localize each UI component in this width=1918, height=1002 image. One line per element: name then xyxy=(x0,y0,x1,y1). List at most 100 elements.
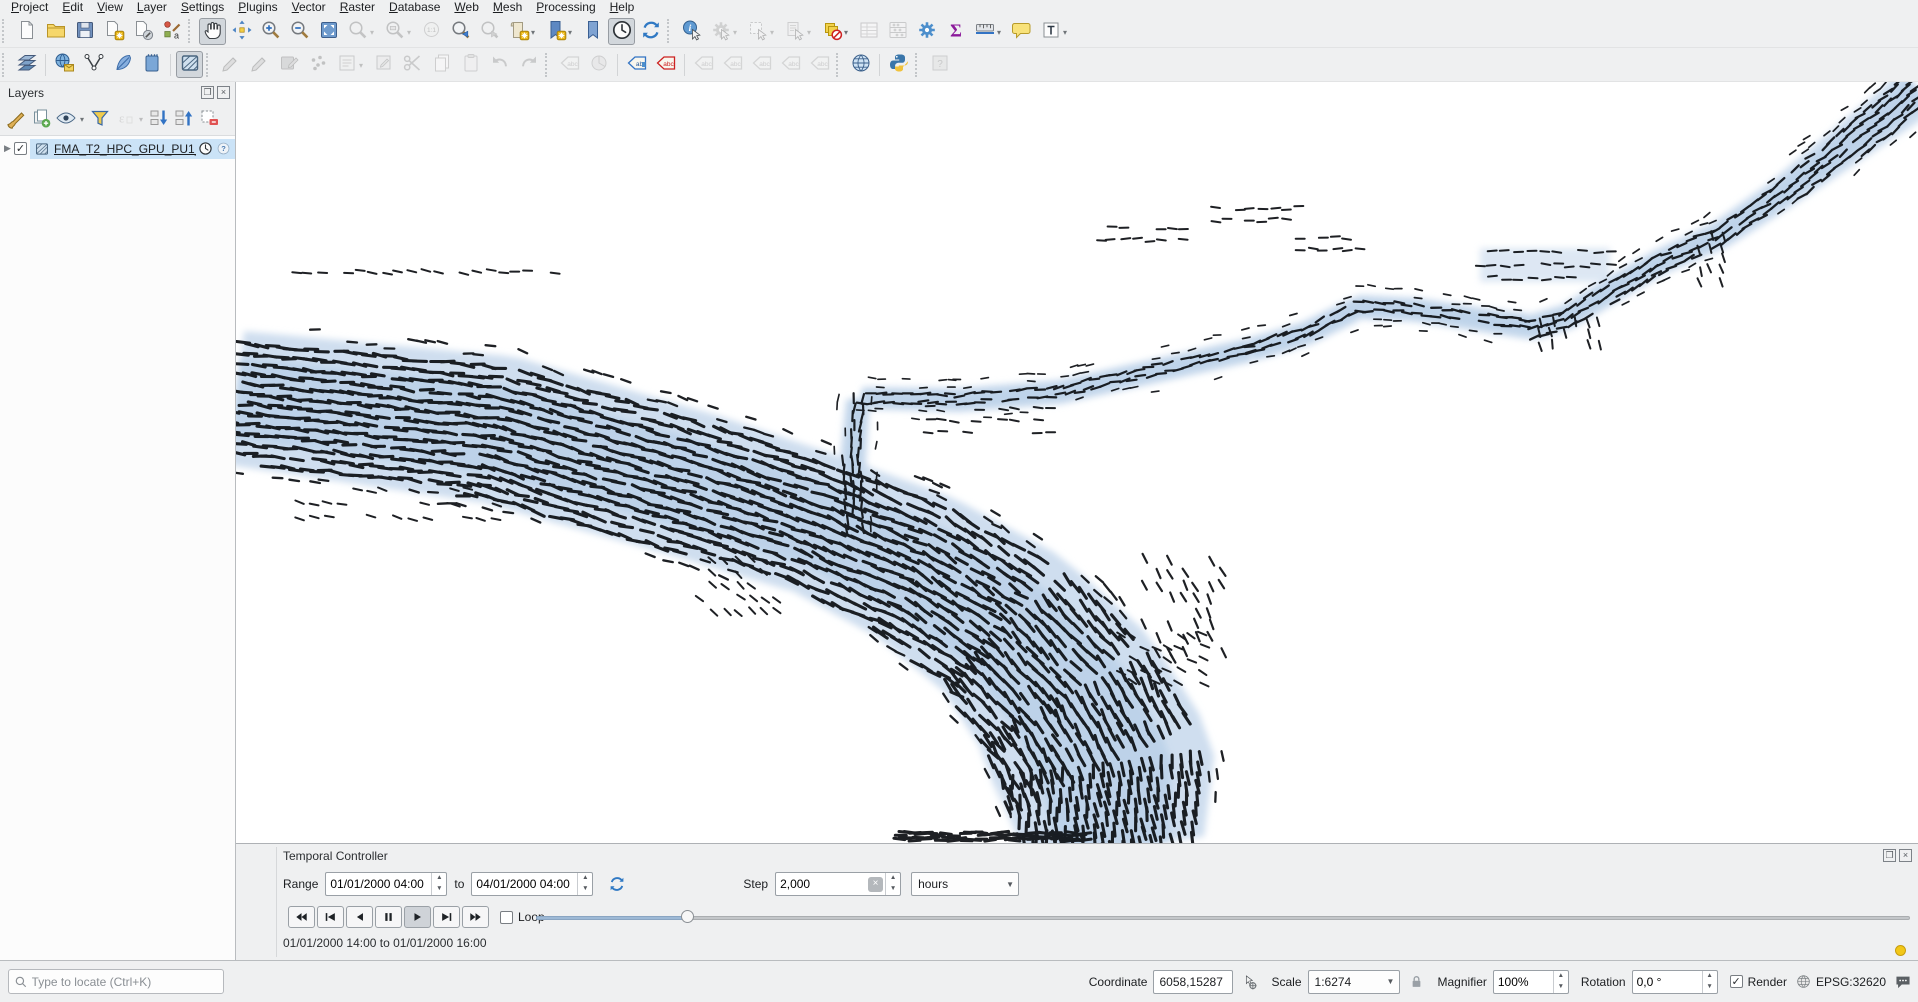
deselect-all-layers-button[interactable]: ▾ xyxy=(818,18,845,45)
layer-crs-indicator-icon[interactable]: ? xyxy=(216,141,232,157)
range-end-input[interactable] xyxy=(472,877,577,891)
remove-layer-button[interactable] xyxy=(197,107,221,131)
skip-to-start-button[interactable] xyxy=(317,906,344,928)
new-print-layout-button[interactable] xyxy=(100,18,127,45)
locator-input[interactable] xyxy=(30,974,219,990)
zoom-full-button[interactable] xyxy=(315,18,342,45)
show-layout-manager-button[interactable] xyxy=(129,18,156,45)
menu-view[interactable]: View xyxy=(90,0,130,15)
clear-step-icon[interactable]: × xyxy=(868,877,883,892)
spinner-arrows-icon[interactable]: ▲▼ xyxy=(1702,971,1717,993)
loop-checkbox[interactable] xyxy=(500,911,513,924)
manage-map-themes-button[interactable]: ▾ xyxy=(54,107,78,131)
menu-raster[interactable]: Raster xyxy=(333,0,382,15)
show-spatial-bookmarks-button[interactable]: ▾ xyxy=(542,18,569,45)
temporal-controller-panel-button[interactable] xyxy=(608,18,635,45)
statistics-panel-button[interactable]: Σ xyxy=(942,18,969,45)
range-end-spinbox[interactable]: ▲▼ xyxy=(471,872,593,896)
python-console-button[interactable] xyxy=(885,51,912,78)
mesh-digitizing-button[interactable] xyxy=(176,51,203,78)
layer-name[interactable]: FMA_T2_HPC_GPU_PU1_10 xyxy=(54,142,196,156)
layer-selection[interactable]: FMA_T2_HPC_GPU_PU1_10 ? xyxy=(30,139,235,159)
map-tips-button[interactable] xyxy=(1008,18,1035,45)
locator-box[interactable] xyxy=(8,969,224,994)
save-project-button[interactable] xyxy=(71,18,98,45)
open-layer-styling-button[interactable] xyxy=(4,107,28,131)
measure-button[interactable]: ▾ xyxy=(971,18,998,45)
zoom-out-button[interactable] xyxy=(286,18,313,45)
float-panel-icon[interactable]: ❐ xyxy=(1883,849,1896,862)
step-back-button[interactable] xyxy=(346,906,373,928)
pause-button[interactable] xyxy=(375,906,402,928)
style-manager-button[interactable]: a xyxy=(158,18,185,45)
spinner-arrows-icon[interactable]: ▲▼ xyxy=(1553,971,1568,993)
add-group-button[interactable] xyxy=(29,107,53,131)
metasearch-button[interactable] xyxy=(847,51,874,78)
crs-status[interactable]: EPSG:32620 xyxy=(1816,975,1886,989)
render-checkbox[interactable]: ✓ xyxy=(1730,975,1743,988)
menu-edit[interactable]: Edit xyxy=(55,0,90,15)
skip-to-end-button[interactable] xyxy=(433,906,460,928)
new-virtual-layer-button[interactable] xyxy=(138,51,165,78)
close-panel-icon[interactable]: × xyxy=(217,86,230,99)
magnifier-spinbox[interactable]: ▲▼ xyxy=(1493,970,1569,994)
pan-map-button[interactable] xyxy=(199,18,226,45)
menu-database[interactable]: Database xyxy=(382,0,447,15)
layer-row[interactable]: ▶ ✓ FMA_T2_HPC_GPU_PU1_10 ? xyxy=(0,138,235,159)
slider-groove[interactable] xyxy=(536,916,1910,920)
step-input[interactable] xyxy=(776,877,868,891)
expand-layer-icon[interactable]: ▶ xyxy=(4,143,14,154)
notification-icon[interactable] xyxy=(1895,945,1906,956)
lock-scale-icon[interactable] xyxy=(1408,973,1426,991)
new-shapefile-layer-button[interactable] xyxy=(80,51,107,78)
toggle-extents-icon[interactable] xyxy=(1241,973,1259,991)
map-canvas[interactable] xyxy=(236,82,1918,843)
fast-forward-button[interactable] xyxy=(462,906,489,928)
refresh-range-icon[interactable] xyxy=(605,872,629,896)
messages-icon[interactable] xyxy=(1894,973,1912,991)
menu-help[interactable]: Help xyxy=(603,0,642,15)
menu-web[interactable]: Web xyxy=(447,0,485,15)
text-annotation-button[interactable]: ▾ xyxy=(1037,18,1064,45)
open-project-button[interactable] xyxy=(42,18,69,45)
pan-to-selection-button[interactable] xyxy=(228,18,255,45)
float-panel-icon[interactable]: ❐ xyxy=(201,86,214,99)
identify-features-button[interactable]: i xyxy=(678,18,705,45)
rewind-button[interactable] xyxy=(288,906,315,928)
expand-all-button[interactable] xyxy=(147,107,171,131)
menu-project[interactable]: Project xyxy=(4,0,55,15)
data-source-manager-button[interactable] xyxy=(13,51,40,78)
range-start-input[interactable] xyxy=(326,877,431,891)
layers-tree[interactable]: ▶ ✓ FMA_T2_HPC_GPU_PU1_10 ? xyxy=(0,135,235,960)
time-slider[interactable] xyxy=(536,910,1910,924)
zoom-last-button[interactable] xyxy=(447,18,474,45)
collapse-all-button[interactable] xyxy=(172,107,196,131)
range-start-spinbox[interactable]: ▲▼ xyxy=(325,872,447,896)
crs-globe-icon[interactable] xyxy=(1795,973,1813,991)
filter-legend-button[interactable] xyxy=(88,107,112,131)
add-vector-layer-button[interactable] xyxy=(51,51,78,78)
menu-layer[interactable]: Layer xyxy=(130,0,174,15)
menu-mesh[interactable]: Mesh xyxy=(486,0,529,15)
play-button[interactable] xyxy=(404,906,431,928)
coordinate-field[interactable]: 6058,15287 xyxy=(1153,970,1233,994)
rotation-input[interactable] xyxy=(1633,975,1702,989)
highlight-pinned-labels-button[interactable]: ab xyxy=(623,51,650,78)
step-unit-combobox[interactable]: hours ▼ xyxy=(911,872,1019,896)
refresh-map-button[interactable] xyxy=(637,18,664,45)
zoom-in-button[interactable] xyxy=(257,18,284,45)
new-geopackage-layer-button[interactable] xyxy=(109,51,136,78)
spinner-arrows-icon[interactable]: ▲▼ xyxy=(577,873,592,895)
menu-vector[interactable]: Vector xyxy=(285,0,333,15)
magnifier-input[interactable] xyxy=(1494,975,1553,989)
menu-plugins[interactable]: Plugins xyxy=(231,0,284,15)
rotation-spinbox[interactable]: ▲▼ xyxy=(1632,970,1718,994)
new-spatial-bookmark-button[interactable]: ▾ xyxy=(505,18,532,45)
processing-toolbox-button[interactable] xyxy=(913,18,940,45)
layer-checkbox[interactable]: ✓ xyxy=(14,142,27,155)
bookmark-manager-button[interactable] xyxy=(579,18,606,45)
spinner-arrows-icon[interactable]: ▲▼ xyxy=(431,873,446,895)
slider-handle[interactable] xyxy=(681,910,694,923)
menu-processing[interactable]: Processing xyxy=(529,0,602,15)
menu-settings[interactable]: Settings xyxy=(174,0,231,15)
